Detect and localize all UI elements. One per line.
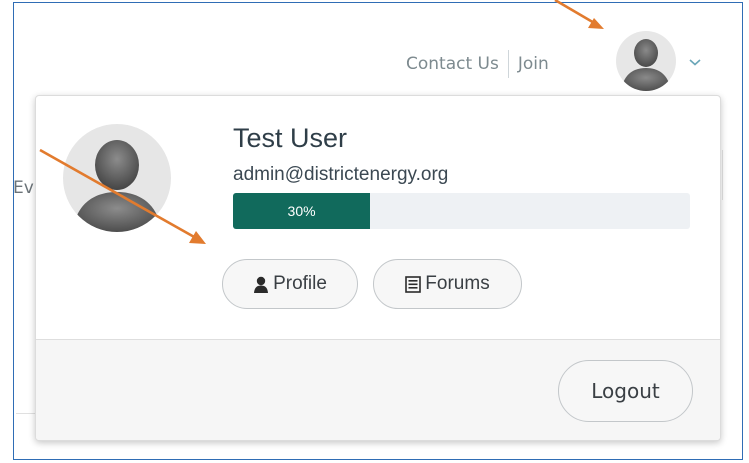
profile-button-label: Profile	[273, 273, 327, 294]
user-email: admin@districtenergy.org	[233, 164, 449, 185]
profile-avatar-icon	[63, 124, 171, 232]
top-nav: Contact Us Join	[406, 48, 549, 80]
progress-label: 30%	[287, 203, 316, 219]
chevron-down-icon[interactable]	[688, 57, 702, 67]
profile-progress-bar: 30%	[233, 193, 690, 229]
contact-us-link[interactable]: Contact Us	[406, 54, 499, 74]
nav-separator	[507, 50, 509, 78]
user-avatar-icon[interactable]	[615, 30, 677, 92]
list-icon	[405, 275, 422, 293]
forums-button-label: Forums	[425, 273, 490, 294]
logout-button[interactable]: Logout	[558, 360, 693, 422]
user-dropdown: Test User admin@districtenergy.org 30% P…	[35, 95, 721, 441]
person-icon	[254, 276, 269, 293]
background-partial-text: Ev	[13, 178, 34, 198]
join-link[interactable]: Join	[518, 54, 549, 74]
progress-fill: 30%	[233, 193, 371, 229]
background-rule	[16, 413, 36, 414]
user-name: Test User	[233, 123, 348, 153]
background-divider	[722, 150, 723, 200]
forums-button[interactable]: Forums	[373, 259, 522, 309]
profile-button[interactable]: Profile	[222, 259, 358, 309]
